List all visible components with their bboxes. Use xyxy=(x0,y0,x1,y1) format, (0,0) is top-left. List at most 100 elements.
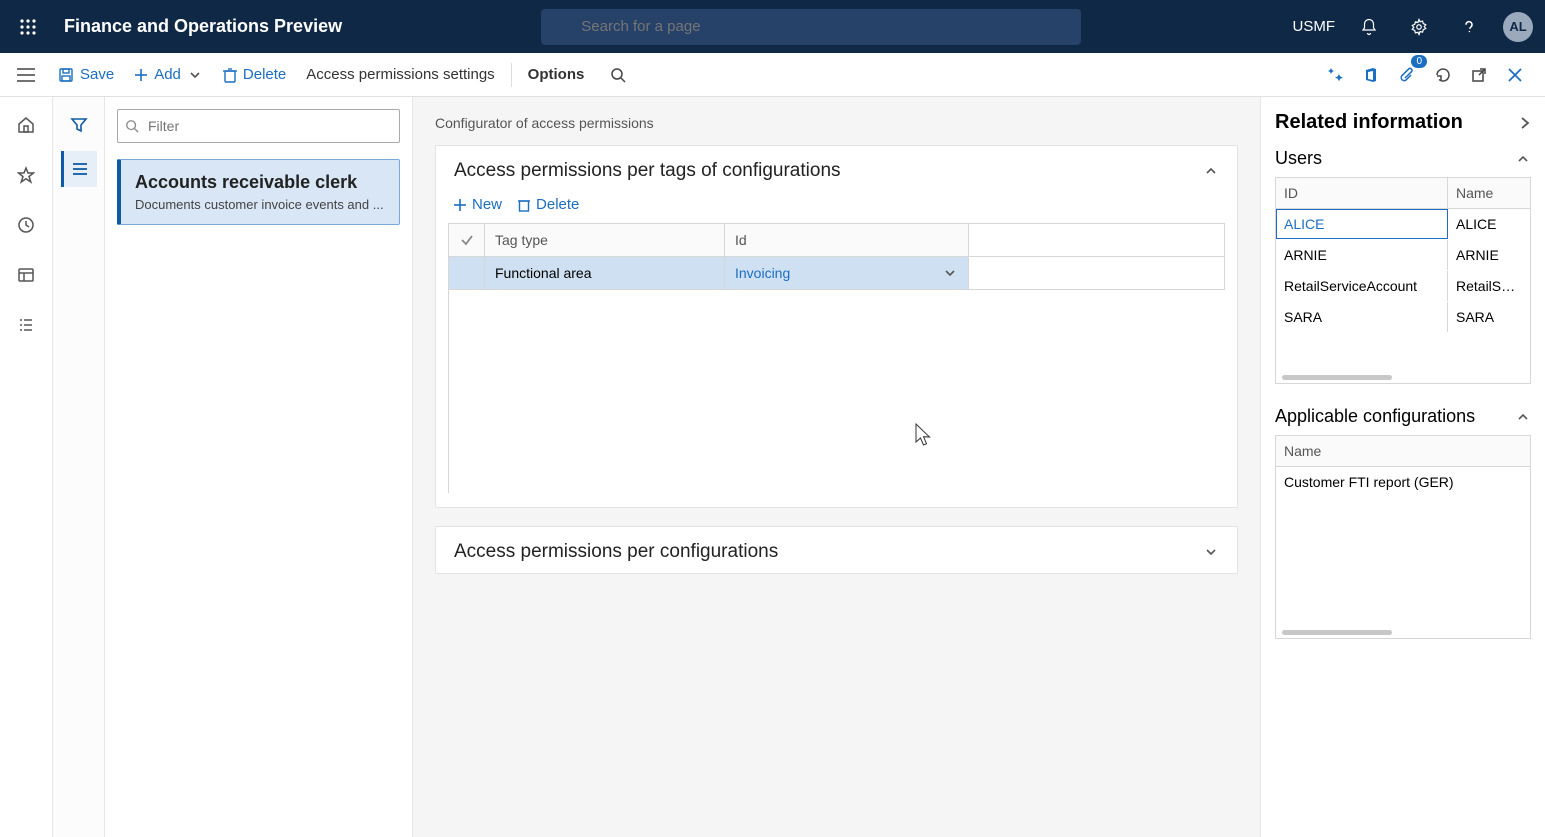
role-card-desc: Documents customer invoice events and ..… xyxy=(135,197,385,212)
action-bar: Save Add Delete Access permissions setti… xyxy=(0,53,1545,97)
top-nav: Finance and Operations Preview USMF AL xyxy=(0,0,1545,53)
delete-row-button[interactable]: Delete xyxy=(518,196,579,213)
nav-toggle-button[interactable] xyxy=(12,61,40,89)
configs-row[interactable]: Customer FTI report (GER) xyxy=(1276,467,1530,498)
users-grid: ID Name ALICE ALICE ARNIE ARNIE RetailSe… xyxy=(1275,177,1531,384)
save-button[interactable]: Save xyxy=(48,62,124,87)
global-search-input[interactable] xyxy=(541,9,1081,45)
add-label: Add xyxy=(154,66,181,83)
users-section-header[interactable]: Users xyxy=(1275,148,1531,169)
chevron-down-icon xyxy=(1203,544,1219,560)
panel-configs-header[interactable]: Access permissions per configurations xyxy=(436,527,1237,573)
workspaces-icon[interactable] xyxy=(10,259,42,291)
chevron-down-icon xyxy=(187,67,203,83)
panel-tags: Access permissions per tags of configura… xyxy=(435,145,1238,508)
favorites-icon[interactable] xyxy=(10,159,42,191)
cell-id-dropdown[interactable]: Invoicing xyxy=(725,257,969,290)
users-row[interactable]: ARNIE ARNIE xyxy=(1276,240,1530,271)
home-icon[interactable] xyxy=(10,109,42,141)
related-info-title: Related information xyxy=(1275,111,1463,134)
settings-label: Access permissions settings xyxy=(306,66,494,83)
modules-icon[interactable] xyxy=(10,309,42,341)
users-cell-id: SARA xyxy=(1276,302,1448,332)
plus-icon xyxy=(134,68,148,82)
user-avatar[interactable]: AL xyxy=(1503,12,1533,42)
users-cell-id: ALICE xyxy=(1276,209,1448,239)
select-all-checkbox[interactable] xyxy=(449,224,485,257)
users-header-name[interactable]: Name xyxy=(1448,178,1530,208)
role-card[interactable]: Accounts receivable clerk Documents cust… xyxy=(117,159,400,225)
new-row-button[interactable]: New xyxy=(454,196,502,213)
header-id[interactable]: Id xyxy=(725,224,969,257)
scrollbar[interactable] xyxy=(1276,373,1530,383)
users-row[interactable]: RetailServiceAccount RetailServiceAccoun… xyxy=(1276,271,1530,302)
add-button[interactable]: Add xyxy=(124,62,213,87)
settings-icon[interactable] xyxy=(1403,11,1435,43)
close-icon[interactable] xyxy=(1497,57,1533,93)
cell-id-value: Invoicing xyxy=(735,265,790,281)
main-pane: Configurator of access permissions Acces… xyxy=(413,97,1260,837)
configs-title: Applicable configurations xyxy=(1275,406,1475,427)
cell-tag-type[interactable]: Functional area xyxy=(485,257,725,290)
header-tag-type[interactable]: Tag type xyxy=(485,224,725,257)
filter-input[interactable] xyxy=(117,109,400,143)
panel-tags-header[interactable]: Access permissions per tags of configura… xyxy=(436,146,1237,192)
panel-tags-toolbar: New Delete xyxy=(436,192,1237,223)
trash-icon xyxy=(518,198,530,212)
row-checkbox[interactable] xyxy=(449,257,485,290)
users-cell-name: ARNIE xyxy=(1448,240,1530,270)
configs-section-header[interactable]: Applicable configurations xyxy=(1275,406,1531,427)
users-title: Users xyxy=(1275,148,1322,169)
grid-header-row: Tag type Id xyxy=(449,224,1225,257)
page-title: Configurator of access permissions xyxy=(435,115,1238,131)
refresh-icon[interactable] xyxy=(1425,57,1461,93)
users-row[interactable]: SARA SARA xyxy=(1276,302,1530,333)
list-view-button[interactable] xyxy=(61,151,97,187)
configs-grid-header: Name xyxy=(1276,436,1530,467)
users-grid-header: ID Name xyxy=(1276,178,1530,209)
users-row[interactable]: ALICE ALICE xyxy=(1276,209,1530,240)
options-label: Options xyxy=(528,66,585,83)
filter-search-icon xyxy=(125,119,139,133)
options-button[interactable]: Options xyxy=(518,62,595,87)
users-cell-name: RetailServiceAccount xyxy=(1448,271,1530,301)
users-cell-name: SARA xyxy=(1448,302,1530,332)
panel-configs: Access permissions per configurations xyxy=(435,526,1238,574)
trash-icon xyxy=(223,67,237,83)
chevron-up-icon xyxy=(1515,409,1531,425)
filter-funnel-button[interactable] xyxy=(61,107,97,143)
configs-grid: Name Customer FTI report (GER) xyxy=(1275,435,1531,639)
users-cell-id: RetailServiceAccount xyxy=(1276,271,1448,301)
app-launcher-icon[interactable] xyxy=(12,11,44,43)
configs-header-name[interactable]: Name xyxy=(1276,436,1530,466)
users-header-id[interactable]: ID xyxy=(1276,178,1448,208)
company-code[interactable]: USMF xyxy=(1293,18,1336,35)
separator xyxy=(511,63,512,87)
office-icon[interactable] xyxy=(1353,57,1389,93)
help-icon[interactable] xyxy=(1453,11,1485,43)
plus-icon xyxy=(454,199,466,211)
app-title: Finance and Operations Preview xyxy=(64,16,342,37)
chevron-up-icon xyxy=(1515,151,1531,167)
list-pane: Accounts receivable clerk Documents cust… xyxy=(105,97,413,837)
panel-tags-title: Access permissions per tags of configura… xyxy=(454,160,841,182)
popout-icon[interactable] xyxy=(1461,57,1497,93)
chevron-up-icon xyxy=(1203,163,1219,179)
related-info-pane: Related information Users ID Name ALICE … xyxy=(1260,97,1545,837)
notifications-icon[interactable] xyxy=(1353,11,1385,43)
copilot-icon[interactable] xyxy=(1317,57,1353,93)
attachments-icon[interactable]: 0 xyxy=(1389,57,1425,93)
search-action-button[interactable] xyxy=(600,57,636,93)
tags-grid: Tag type Id Functional area Invoicing xyxy=(448,223,1225,493)
grid-row[interactable]: Functional area Invoicing xyxy=(449,257,1225,290)
configs-cell-name: Customer FTI report (GER) xyxy=(1276,467,1530,497)
users-cell-name: ALICE xyxy=(1448,209,1530,239)
delete-label: Delete xyxy=(536,196,579,213)
chevron-right-icon[interactable] xyxy=(1519,115,1531,131)
delete-label: Delete xyxy=(243,66,286,83)
delete-button[interactable]: Delete xyxy=(213,62,296,87)
scrollbar[interactable] xyxy=(1276,628,1530,638)
access-permissions-settings-button[interactable]: Access permissions settings xyxy=(296,62,504,87)
chevron-down-icon xyxy=(942,265,958,281)
recent-icon[interactable] xyxy=(10,209,42,241)
